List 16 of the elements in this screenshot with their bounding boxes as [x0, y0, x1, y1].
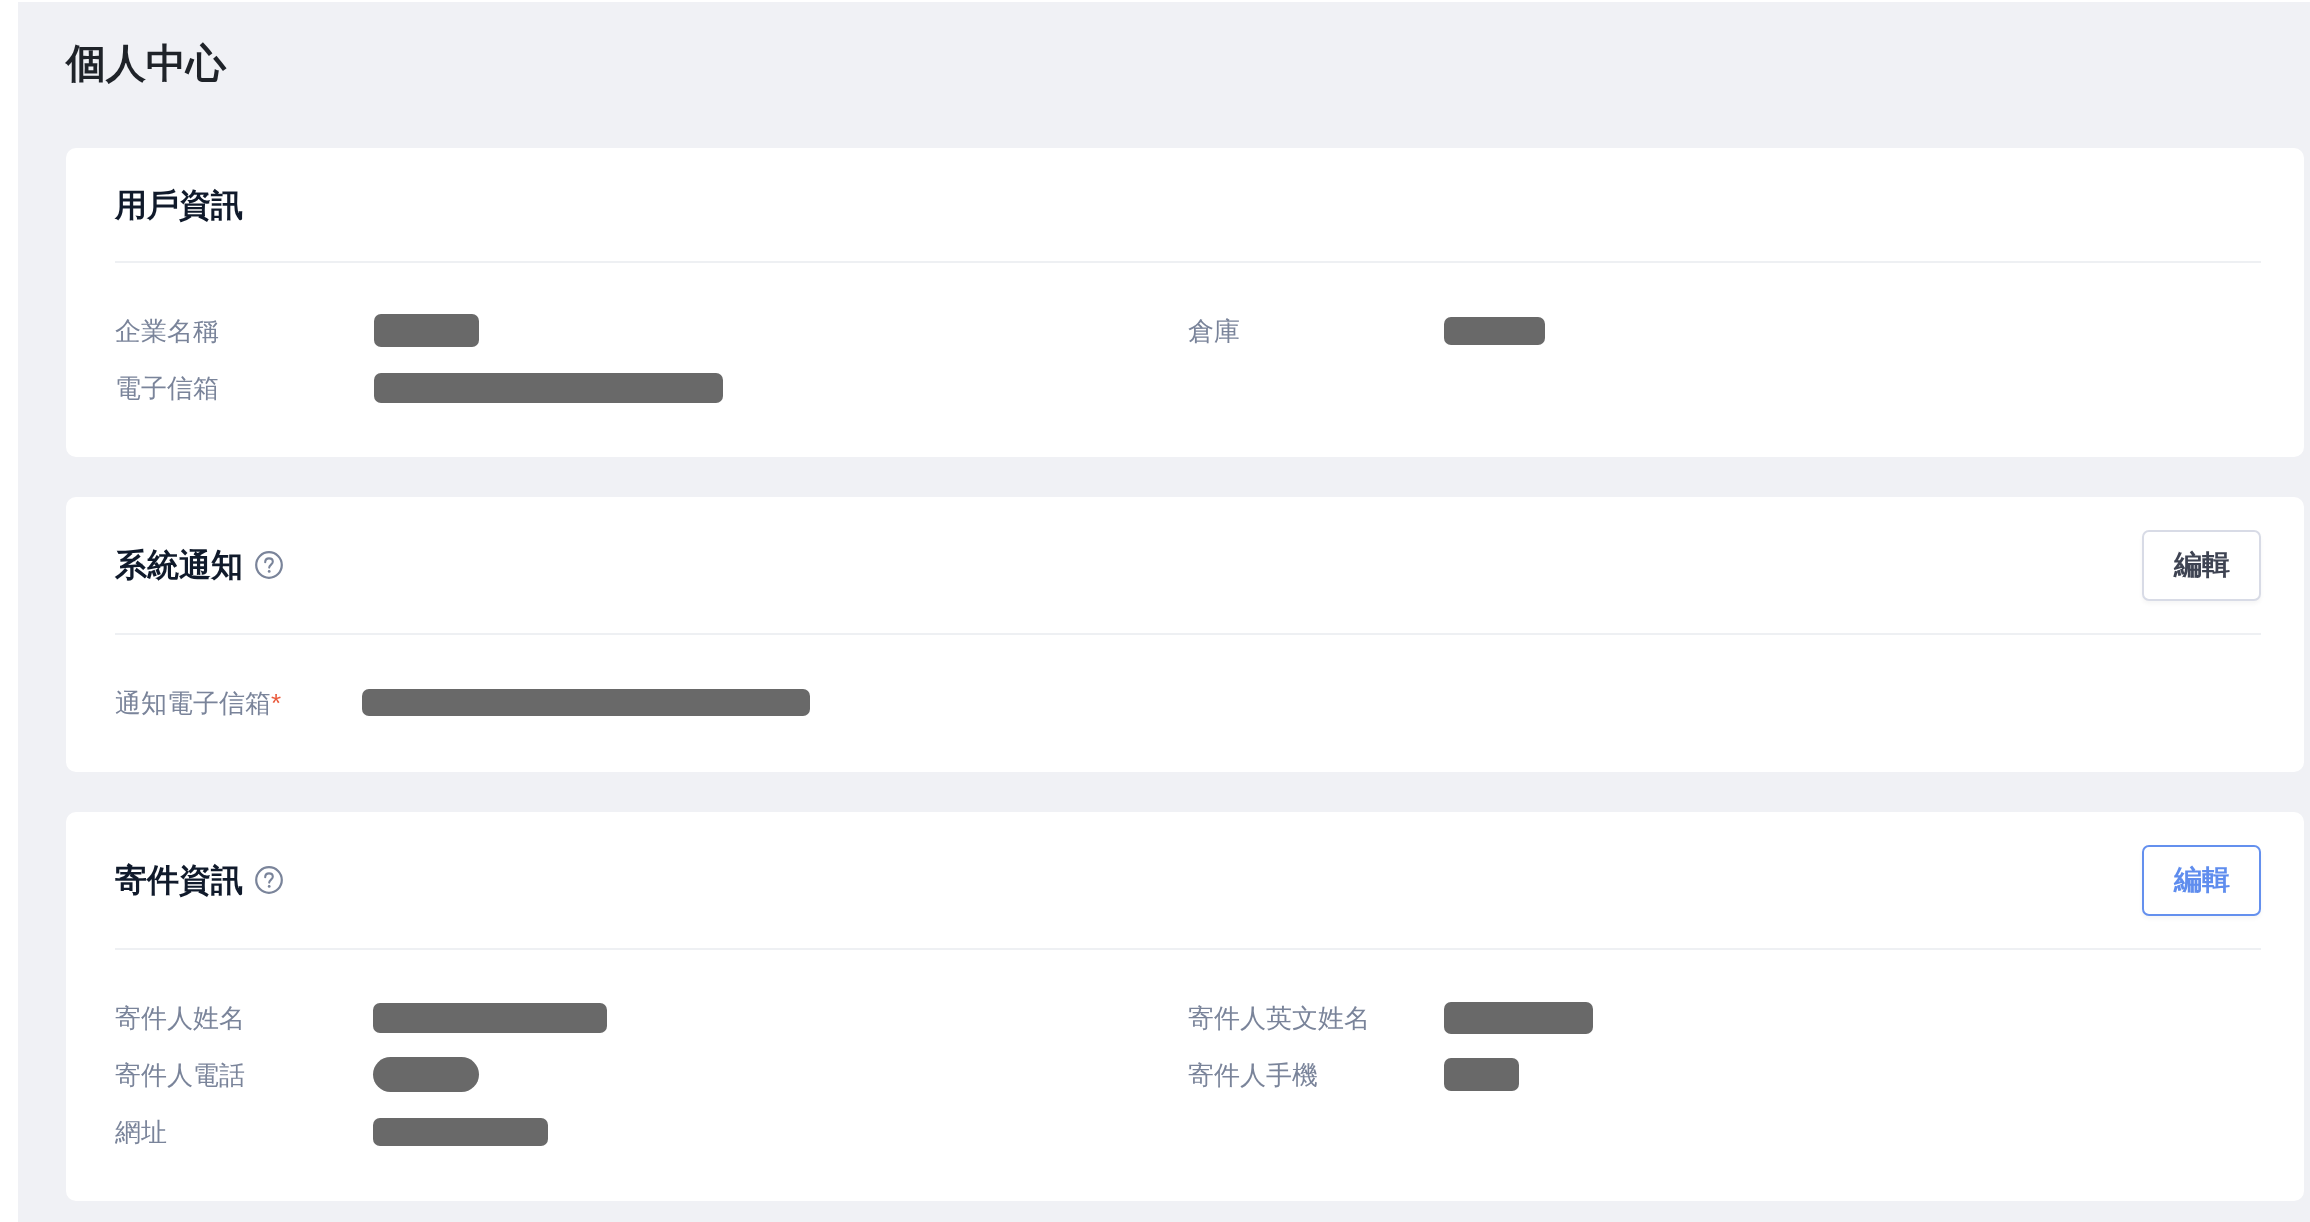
field-label: 寄件人電話	[115, 1058, 246, 1092]
edit-button[interactable]: 編輯	[2142, 529, 2261, 601]
card-title: 寄件資訊	[115, 861, 243, 900]
field-label: 寄件人英文姓名	[1188, 1001, 1371, 1035]
help-icon[interactable]	[255, 866, 283, 894]
card-title: 用戶資訊	[115, 185, 243, 225]
help-icon[interactable]	[255, 551, 283, 579]
page-title: 個人中心	[66, 40, 226, 87]
card-title: 系統通知	[115, 546, 243, 585]
field-label: 倉庫	[1188, 314, 1241, 348]
field-label: 企業名稱	[115, 314, 220, 348]
field-label: 網址	[115, 1115, 168, 1149]
field-label: 通知電子信箱*	[115, 686, 283, 720]
field-label: 電子信箱	[115, 371, 220, 405]
field-label: 寄件人姓名	[115, 1001, 246, 1035]
field-label: 寄件人手機	[1188, 1058, 1319, 1092]
